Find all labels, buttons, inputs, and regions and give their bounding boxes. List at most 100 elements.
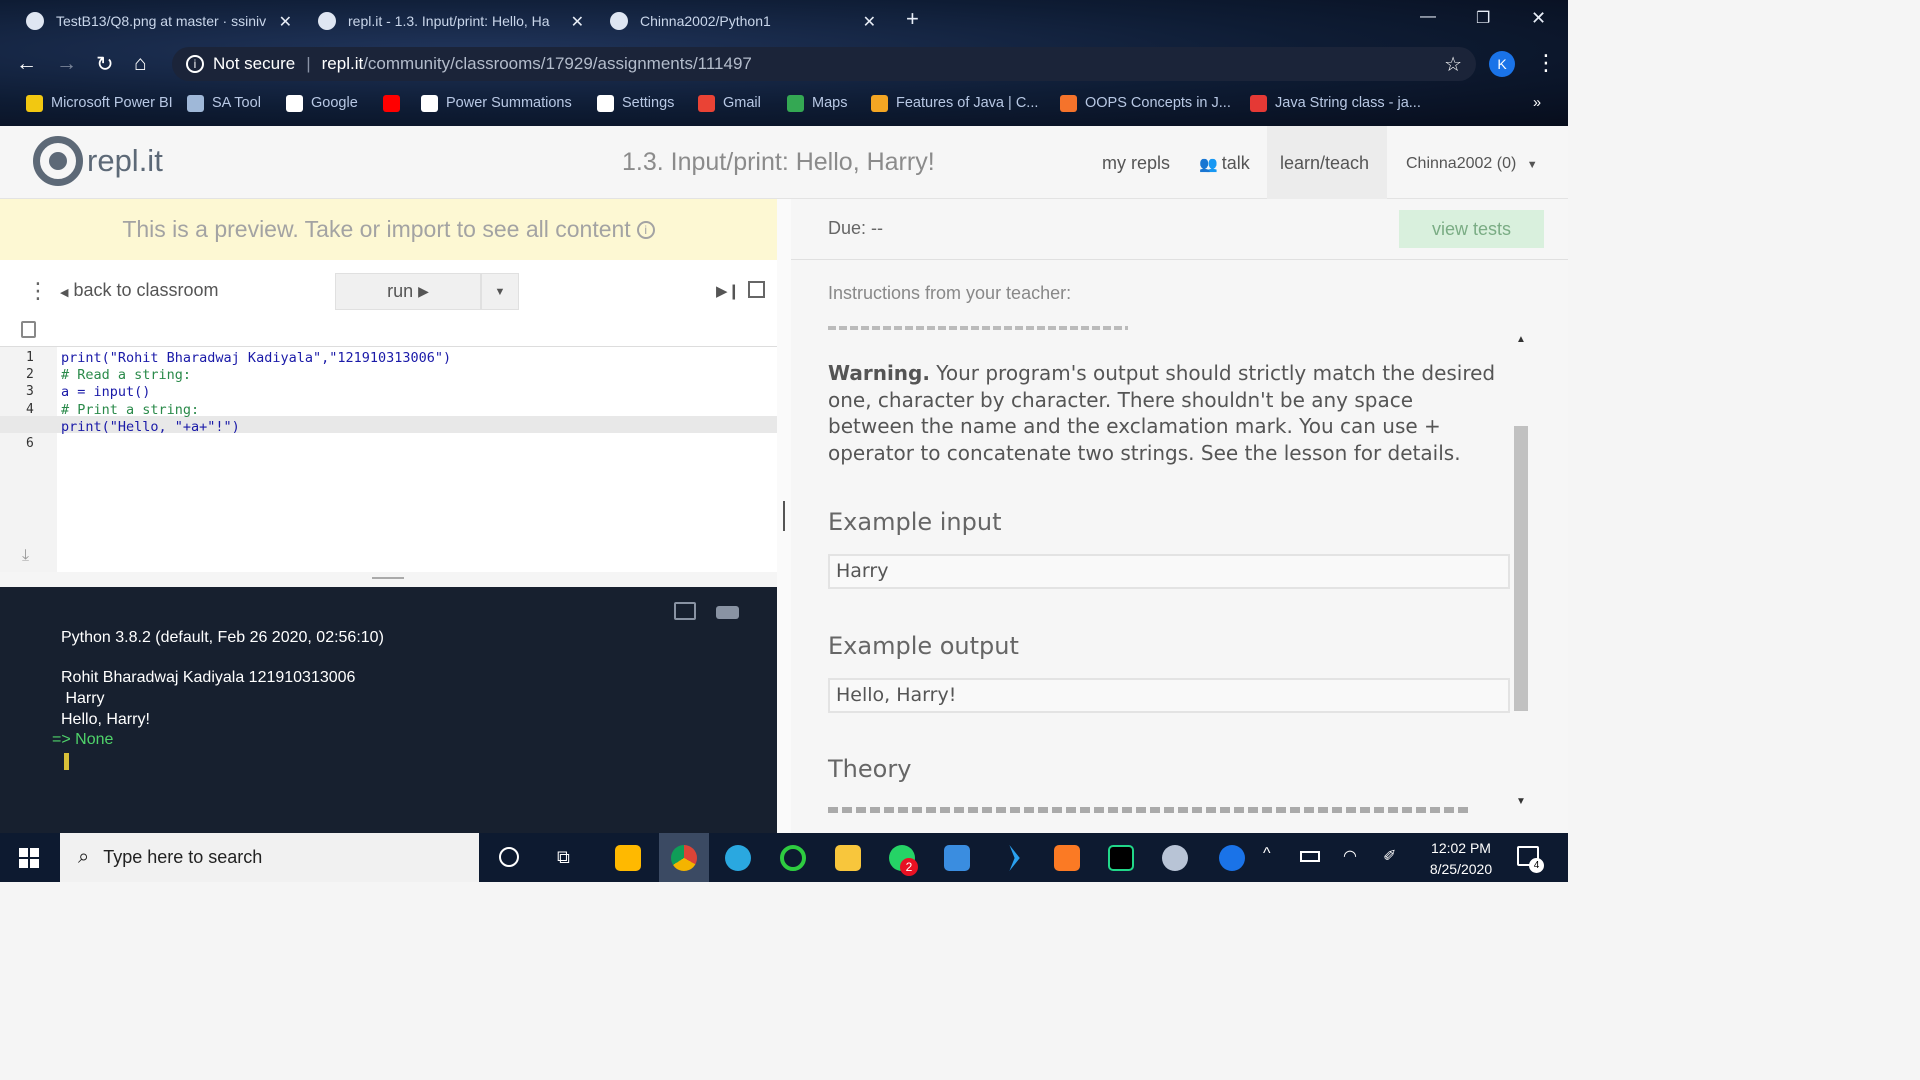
- reload-icon[interactable]: ↻: [96, 52, 114, 77]
- bookmark-icon: [187, 94, 204, 112]
- bookmark-item[interactable]: Features of Java | C...: [871, 92, 1038, 114]
- help-icon[interactable]: [1219, 845, 1245, 871]
- bookmark-star-icon[interactable]: ☆: [1444, 52, 1462, 77]
- more-bookmarks-button[interactable]: »: [1533, 92, 1541, 114]
- bookmark-icon: [383, 94, 400, 112]
- pen-icon[interactable]: ✐: [1383, 846, 1396, 866]
- cortana-icon[interactable]: [499, 847, 519, 867]
- task-view-icon[interactable]: ⧉: [557, 847, 570, 868]
- close-tab-icon[interactable]: ✕: [863, 12, 876, 32]
- user-menu[interactable]: Chinna2002 (0) ▼: [1406, 155, 1538, 173]
- chrome-icon[interactable]: [671, 845, 697, 871]
- clock[interactable]: 12:02 PM 8/25/2020: [1423, 838, 1499, 880]
- menu-icon[interactable]: ⋮: [1535, 50, 1557, 76]
- restore-button[interactable]: ❐: [1476, 8, 1490, 28]
- bookmark-item[interactable]: Power Summations: [421, 92, 572, 114]
- back-to-classroom-link[interactable]: ◀ back to classroom: [60, 280, 219, 301]
- add-file-icon[interactable]: [21, 321, 36, 338]
- run-button[interactable]: run ▶: [335, 273, 481, 310]
- download-icon[interactable]: ⤓: [22, 545, 29, 565]
- settings-gear-icon[interactable]: [1162, 845, 1188, 871]
- bookmark-item[interactable]: Microsoft Power BI: [26, 92, 173, 114]
- file-explorer-icon[interactable]: [835, 845, 861, 871]
- battery-icon[interactable]: [1300, 851, 1320, 862]
- bookmark-item[interactable]: OOPS Concepts in J...: [1060, 92, 1231, 114]
- app-icon[interactable]: [780, 845, 806, 871]
- close-tab-icon[interactable]: ✕: [279, 12, 292, 32]
- profile-avatar[interactable]: K: [1489, 51, 1515, 77]
- code-editor[interactable]: ⤓ 123456 print("Rohit Bharadwaj Kadiyala…: [0, 347, 777, 572]
- replit-logo[interactable]: repl.it: [33, 136, 163, 186]
- bookmark-item[interactable]: Gmail: [698, 92, 761, 114]
- scroll-down-icon[interactable]: ▼: [1516, 796, 1526, 807]
- line-number: 4: [26, 401, 34, 417]
- resize-handle[interactable]: [372, 577, 404, 579]
- bookmark-label: Google: [311, 95, 358, 111]
- step-icon[interactable]: ▶❙: [716, 282, 740, 300]
- scroll-up-icon[interactable]: ▲: [1516, 334, 1526, 345]
- edge-icon[interactable]: [725, 845, 751, 871]
- wifi-icon[interactable]: ◠: [1343, 846, 1357, 866]
- xampp-icon[interactable]: [1054, 845, 1080, 871]
- bookmark-item[interactable]: Java String class - ja...: [1250, 92, 1421, 114]
- bookmark-icon: [787, 94, 804, 112]
- home-icon[interactable]: ⌂: [134, 52, 147, 76]
- console-cursor: [64, 753, 69, 770]
- bookmark-label: Microsoft Power BI: [51, 95, 173, 111]
- scroll-thumb[interactable]: [1514, 426, 1528, 711]
- forward-icon[interactable]: →: [56, 52, 77, 76]
- close-tab-icon[interactable]: ✕: [571, 12, 584, 32]
- minimize-button[interactable]: —: [1420, 8, 1436, 26]
- bookmark-item[interactable]: SA Tool: [187, 92, 261, 114]
- bookmark-item[interactable]: Google: [286, 92, 358, 114]
- run-dropdown-button[interactable]: ▼: [481, 273, 519, 310]
- view-tests-button[interactable]: view tests: [1399, 210, 1544, 248]
- split-gutter[interactable]: [777, 199, 791, 833]
- collapse-icon[interactable]: [748, 281, 765, 298]
- nav-talk[interactable]: 👥 talk: [1199, 153, 1250, 174]
- bookmark-icon: [1250, 94, 1267, 112]
- vscode-icon[interactable]: [1009, 845, 1020, 871]
- info-icon[interactable]: i: [636, 220, 655, 239]
- clear-console-icon[interactable]: [716, 606, 739, 619]
- github-icon: [610, 12, 628, 30]
- code-line: a = input(): [61, 384, 151, 401]
- bookmark-label: Features of Java | C...: [896, 95, 1039, 111]
- taskbar-search[interactable]: ⌕ Type here to search: [60, 833, 479, 882]
- console-output[interactable]: Python 3.8.2 (default, Feb 26 2020, 02:5…: [0, 587, 777, 833]
- close-window-button[interactable]: ✕: [1531, 8, 1546, 29]
- tab-title: TestB13/Q8.png at master · ssiniv: [56, 13, 267, 29]
- bookmark-item[interactable]: Maps: [787, 92, 847, 114]
- pane-resizer[interactable]: [0, 572, 777, 587]
- tab-github-python1[interactable]: Chinna2002/Python1 ✕: [610, 6, 876, 36]
- tab-replit[interactable]: repl.it - 1.3. Input/print: Hello, Ha ✕: [318, 6, 584, 36]
- more-options-icon[interactable]: ⋮: [27, 278, 49, 304]
- bookmark-item[interactable]: Settings: [597, 92, 674, 114]
- console-line: Python 3.8.2 (default, Feb 26 2020, 02:5…: [61, 629, 384, 646]
- address-bar[interactable]: i Not secure | repl.it /community/classr…: [172, 47, 1476, 81]
- scrollbar[interactable]: ▲ ▼: [1514, 334, 1528, 810]
- search-placeholder: Type here to search: [103, 847, 263, 867]
- split-handle[interactable]: [783, 501, 785, 531]
- chevron-up-icon[interactable]: ^: [1263, 845, 1271, 863]
- windows-start-icon[interactable]: [19, 848, 39, 868]
- nav-learn-teach[interactable]: learn/teach: [1280, 153, 1369, 174]
- pycharm-icon[interactable]: [1108, 845, 1134, 871]
- editor-toolbar: ⋮ ◀ back to classroom run ▶ ▼ ▶❙: [0, 260, 777, 347]
- mail-icon[interactable]: [944, 845, 970, 871]
- tab-github-testb13[interactable]: TestB13/Q8.png at master · ssiniv ✕: [26, 6, 292, 36]
- store-icon[interactable]: [615, 845, 641, 871]
- url-domain: repl.it: [321, 54, 364, 73]
- bookmark-label: Gmail: [723, 95, 761, 111]
- console-expand-icon[interactable]: [674, 602, 696, 620]
- new-tab-button[interactable]: +: [906, 6, 919, 32]
- replit-icon: [318, 12, 336, 30]
- nav-my-repls[interactable]: my repls: [1102, 153, 1170, 174]
- back-icon[interactable]: ←: [16, 52, 37, 76]
- info-icon[interactable]: i: [186, 55, 204, 73]
- bookmark-icon: [1060, 94, 1077, 112]
- banner-text: This is a preview. Take or import to see…: [122, 216, 631, 242]
- tab-title: repl.it - 1.3. Input/print: Hello, Ha: [348, 13, 550, 29]
- bookmark-item[interactable]: [383, 92, 408, 114]
- bookmark-label: Power Summations: [446, 95, 572, 111]
